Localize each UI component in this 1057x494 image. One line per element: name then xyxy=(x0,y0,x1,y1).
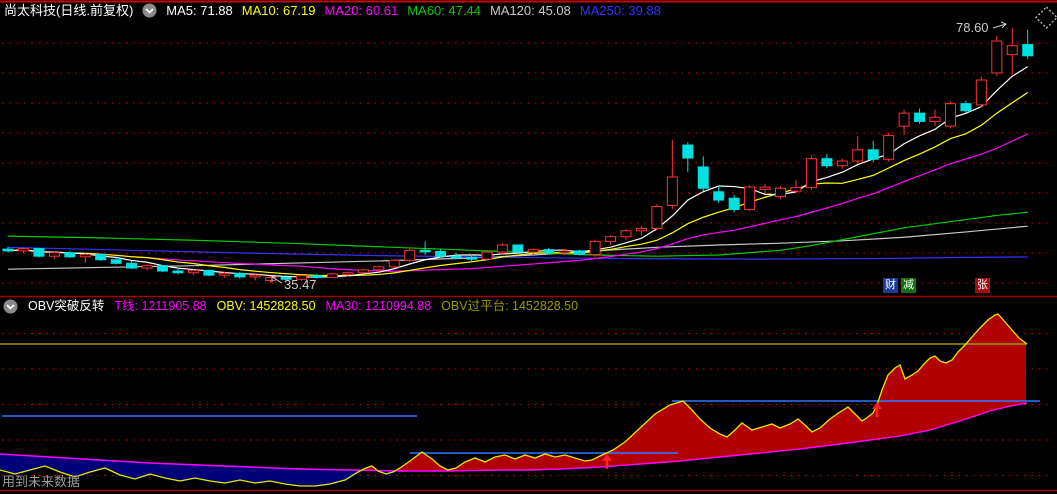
candle-body xyxy=(944,103,956,127)
candle-body xyxy=(157,265,168,272)
event-badge-jian[interactable]: 减 xyxy=(901,278,916,293)
candle-body xyxy=(821,158,833,167)
candle-body xyxy=(64,252,76,258)
candle-body xyxy=(141,265,153,269)
candle-body xyxy=(883,135,895,160)
candle-body xyxy=(744,186,756,210)
candle-body xyxy=(790,187,802,192)
candle-body xyxy=(388,259,400,268)
candle-body xyxy=(574,250,586,255)
candle-body xyxy=(2,248,14,252)
candle-body xyxy=(929,116,941,122)
instrument-title: 尚太科技(日线.前复权) xyxy=(4,3,134,18)
candle-body xyxy=(775,187,786,197)
low-price-label: 35.47 xyxy=(284,277,317,292)
candle-body xyxy=(759,186,771,190)
event-badge-cai[interactable]: 财 xyxy=(883,278,898,293)
indicator-title: OBV突破反转 xyxy=(28,299,105,313)
candle-body xyxy=(172,270,184,274)
candle-body xyxy=(558,250,570,254)
candle-body xyxy=(1022,44,1034,57)
ma10-value: MA10: 67.19 xyxy=(241,3,316,18)
candle-body xyxy=(960,103,972,112)
candle-body xyxy=(95,253,107,261)
candle-body xyxy=(620,230,632,238)
candle-body xyxy=(898,112,910,127)
obv-platform-value: OBV过平台: 1452828.50 xyxy=(441,299,579,313)
candle-body xyxy=(512,244,524,253)
obv-fill-above-tline xyxy=(396,314,1026,471)
candle-body xyxy=(110,259,122,264)
obv-value: OBV: 1452828.50 xyxy=(216,299,316,313)
candle-body xyxy=(187,269,199,274)
candle-body xyxy=(605,236,617,242)
candle-body xyxy=(1006,45,1018,56)
candle-body xyxy=(419,249,431,253)
chevron-down-icon[interactable] xyxy=(142,3,157,18)
app-window: 78.60 35.47 尚太科技(日线.前复权) MA5: 71.88 MA10:… xyxy=(0,0,1057,494)
candle-body xyxy=(234,272,246,278)
candle-body xyxy=(373,266,385,271)
candle-body xyxy=(79,253,91,258)
candle-body xyxy=(713,191,725,201)
candle-body xyxy=(450,255,462,259)
candle-body xyxy=(836,160,848,167)
ma60-value: MA60: 47.44 xyxy=(407,3,481,18)
high-price-label: 78.60 xyxy=(956,20,989,35)
ma5-value: MA5: 71.88 xyxy=(166,3,233,18)
candle-body xyxy=(651,206,663,229)
ma20-value: MA20: 60.61 xyxy=(324,3,399,18)
candle-body xyxy=(543,249,555,254)
candle-body xyxy=(33,248,45,257)
candle-body xyxy=(991,40,1003,74)
candle-body xyxy=(326,273,338,278)
candle-body xyxy=(466,256,477,260)
future-data-warning: 用到未来数据 xyxy=(2,474,81,489)
candle-body xyxy=(682,144,694,159)
obv-panel-header: OBV突破反转 T线: 1211905.88 OBV: 1452828.50 M… xyxy=(3,299,578,314)
dotted-diamond-icon[interactable] xyxy=(1033,4,1057,31)
candle-body xyxy=(852,149,864,162)
candle-body xyxy=(357,269,369,274)
candle-body xyxy=(126,262,138,269)
candle-body xyxy=(249,274,261,278)
candle-body xyxy=(914,112,926,122)
candle-body xyxy=(48,252,60,257)
ma30-value: MA30: 1210994.88 xyxy=(325,299,432,313)
event-badge-zhang[interactable]: 张 xyxy=(975,278,990,293)
candle-body xyxy=(404,249,416,261)
candle-body xyxy=(527,249,539,253)
candle-body xyxy=(805,158,817,189)
candle-body xyxy=(481,251,493,260)
candle-body xyxy=(589,240,601,255)
candle-body xyxy=(728,197,740,210)
candle-body xyxy=(975,79,987,106)
candle-body xyxy=(666,176,678,206)
candle-body xyxy=(496,244,508,253)
chart-canvas[interactable]: 78.60 35.47 xyxy=(0,0,1057,494)
candle-body xyxy=(697,166,709,189)
candle-body xyxy=(203,269,215,276)
main-chart-header: 尚太科技(日线.前复权) MA5: 71.88 MA10: 67.19 MA20… xyxy=(4,3,661,18)
candle-body xyxy=(17,248,29,252)
candle-body xyxy=(342,272,354,275)
candle-body xyxy=(435,250,447,257)
chevron-down-icon[interactable] xyxy=(3,299,18,314)
ma120-value: MA120: 45.08 xyxy=(489,3,571,18)
candle-body xyxy=(635,227,647,232)
candle-body xyxy=(218,272,230,276)
tline-value: T线: 1211905.88 xyxy=(114,299,207,313)
candle-body xyxy=(867,149,879,160)
ma250-value: MA250: 39.88 xyxy=(579,3,661,18)
